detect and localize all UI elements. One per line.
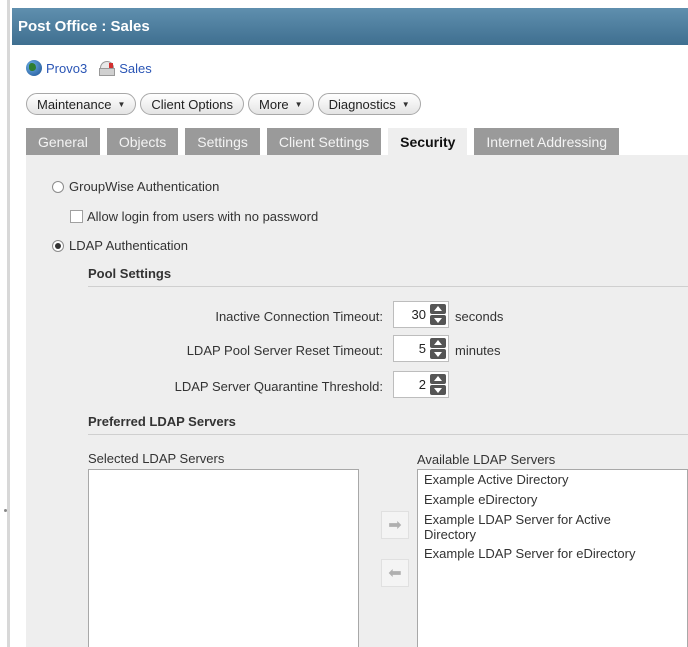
breadcrumb-item-sales[interactable]: Sales	[99, 60, 152, 76]
preferred-servers-heading: Preferred LDAP Servers	[88, 414, 236, 429]
spinner-buttons[interactable]	[430, 304, 446, 325]
add-server-button[interactable]: ➡	[381, 511, 409, 539]
ldap-auth-radio[interactable]	[52, 239, 64, 252]
breadcrumb: Provo3 Sales	[26, 58, 164, 78]
inactive-timeout-label: Inactive Connection Timeout:	[215, 309, 383, 324]
tab-general[interactable]: General	[26, 128, 100, 155]
window-title: Post Office : Sales	[12, 8, 688, 45]
chevron-down-icon: ▼	[117, 99, 126, 109]
remove-server-button[interactable]: ⬅	[381, 559, 409, 587]
post-office-panel: Post Office : Sales Provo3 Sales Mainten…	[12, 8, 688, 647]
quarantine-label: LDAP Server Quarantine Threshold:	[174, 379, 383, 394]
groupwise-auth-option[interactable]: GroupWise Authentication	[52, 179, 219, 194]
menu-label: Maintenance	[37, 96, 112, 112]
menu-label: Diagnostics	[328, 96, 396, 112]
list-item[interactable]: Example eDirectory	[418, 491, 687, 508]
decrement-icon[interactable]	[430, 385, 446, 395]
breadcrumb-label[interactable]: Sales	[119, 61, 152, 76]
available-servers-label: Available LDAP Servers	[417, 452, 556, 467]
arrow-right-icon: ➡	[388, 517, 402, 534]
pool-settings-heading: Pool Settings	[88, 266, 172, 281]
list-item[interactable]: Example LDAP Server for eDirectory	[418, 545, 687, 562]
maintenance-menu-button[interactable]: Maintenance ▼	[26, 93, 137, 115]
action-menus: Maintenance ▼ Client Options More ▼ Diag…	[26, 93, 425, 115]
increment-icon[interactable]	[430, 338, 446, 348]
arrow-left-icon: ⬅	[388, 565, 402, 582]
inactive-timeout-unit: seconds	[455, 309, 504, 324]
quarantine-value[interactable]: 2	[419, 377, 426, 392]
resize-handle-dot[interactable]	[4, 509, 7, 512]
security-tab-content: GroupWise Authentication Allow login fro…	[26, 155, 688, 647]
decrement-icon[interactable]	[430, 315, 446, 325]
allow-no-password-checkbox[interactable]	[70, 210, 83, 223]
tab-objects[interactable]: Objects	[106, 128, 179, 155]
available-servers-list[interactable]: Example Active Directory Example eDirect…	[417, 469, 688, 647]
allow-no-password-label: Allow login from users with no password	[87, 209, 319, 224]
tab-internet-addressing[interactable]: Internet Addressing	[474, 128, 620, 155]
ldap-auth-label: LDAP Authentication	[69, 238, 189, 253]
menu-label: More	[259, 96, 289, 112]
chevron-down-icon: ▼	[401, 99, 410, 109]
breadcrumb-label[interactable]: Provo3	[46, 61, 87, 76]
reset-timeout-label: LDAP Pool Server Reset Timeout:	[186, 343, 383, 358]
spinner-buttons[interactable]	[430, 374, 446, 395]
section-divider	[88, 286, 688, 287]
section-divider	[88, 434, 688, 435]
reset-timeout-spinner[interactable]: 5	[393, 335, 449, 362]
allow-no-password-option[interactable]: Allow login from users with no password	[70, 209, 318, 224]
selected-servers-list[interactable]	[88, 469, 359, 647]
tab-security[interactable]: Security	[388, 128, 468, 155]
increment-icon[interactable]	[430, 304, 446, 314]
menu-label: Client Options	[151, 96, 234, 112]
client-options-button[interactable]: Client Options	[140, 93, 245, 115]
decrement-icon[interactable]	[430, 349, 446, 359]
list-item[interactable]: Example LDAP Server for Active Directory	[418, 511, 687, 543]
breadcrumb-item-provo3[interactable]: Provo3	[26, 60, 87, 76]
tab-bar: General Objects Settings Client Settings…	[26, 128, 626, 155]
reset-timeout-unit: minutes	[455, 343, 501, 358]
spinner-buttons[interactable]	[430, 338, 446, 359]
reset-timeout-value[interactable]: 5	[419, 341, 426, 356]
globe-icon	[26, 60, 42, 76]
more-menu-button[interactable]: More ▼	[248, 93, 314, 115]
chevron-down-icon: ▼	[294, 99, 303, 109]
groupwise-auth-radio[interactable]	[52, 180, 64, 193]
quarantine-spinner[interactable]: 2	[393, 371, 449, 398]
selected-servers-label: Selected LDAP Servers	[88, 451, 225, 466]
increment-icon[interactable]	[430, 374, 446, 384]
list-item[interactable]: Example Active Directory	[418, 471, 687, 488]
groupwise-auth-label: GroupWise Authentication	[69, 179, 220, 194]
tab-settings[interactable]: Settings	[185, 128, 260, 155]
left-frame-border	[7, 0, 10, 647]
inactive-timeout-value[interactable]: 30	[412, 307, 426, 322]
tab-client-settings[interactable]: Client Settings	[266, 128, 382, 155]
ldap-auth-option[interactable]: LDAP Authentication	[52, 238, 188, 253]
diagnostics-menu-button[interactable]: Diagnostics ▼	[317, 93, 421, 115]
inactive-timeout-spinner[interactable]: 30	[393, 301, 449, 328]
post-office-icon	[99, 60, 116, 76]
